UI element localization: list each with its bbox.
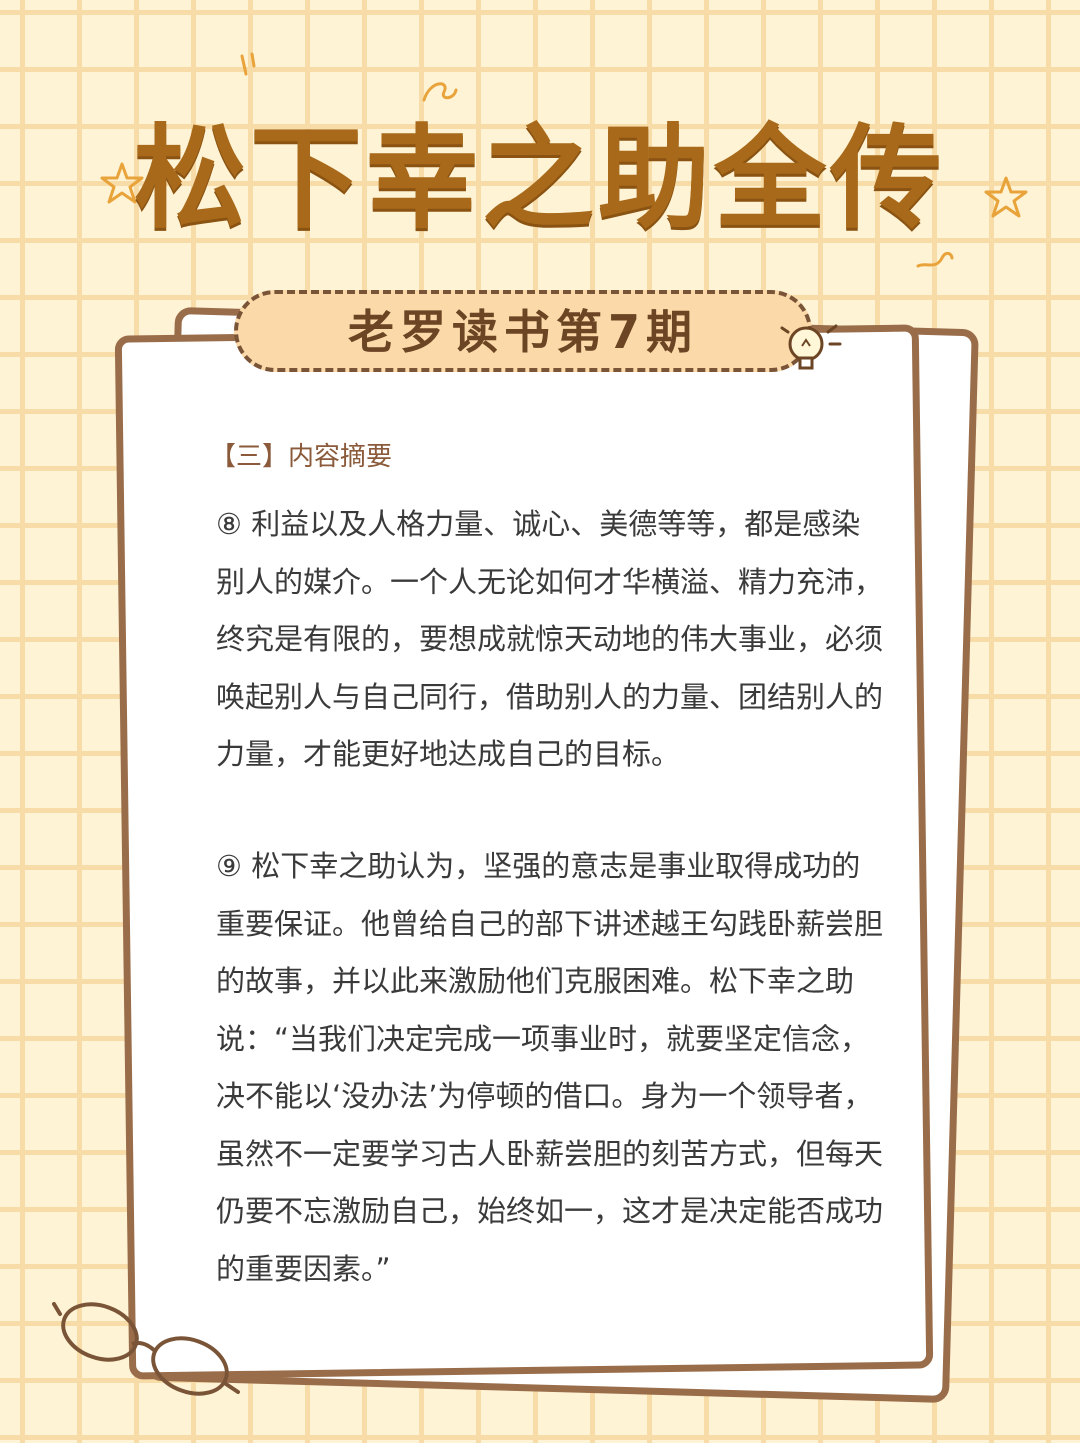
glasses-icon <box>52 1302 240 1396</box>
paragraph: ⑧ 利益以及人格力量、诚心、美德等等，都是感染别人的媒介。一个人无论如何才华横溢… <box>216 507 884 771</box>
page-title: 松下幸之助全传 <box>134 114 946 244</box>
lightbulb-icon <box>780 324 842 370</box>
section-title: 【三】内容摘要 <box>210 442 393 472</box>
squiggle-icon <box>240 52 256 76</box>
paragraph: ⑨ 松下幸之助认为，坚强的意志是事业取得成功的重要保证。他曾给自己的部下讲述越王… <box>216 849 884 1286</box>
subtitle-banner: 老罗读书第7期 <box>234 290 812 372</box>
